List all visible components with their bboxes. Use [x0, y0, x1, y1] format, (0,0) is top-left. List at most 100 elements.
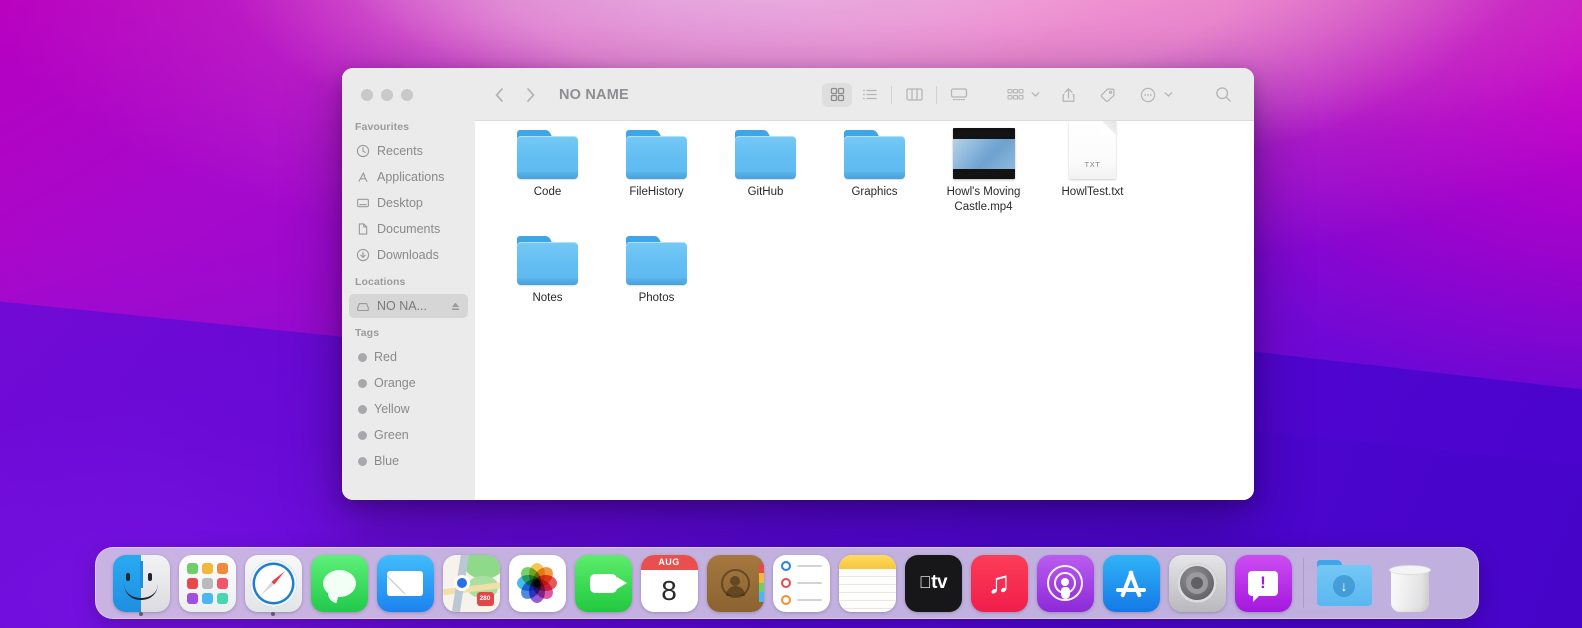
- dock-item-system-preferences[interactable]: [1164, 547, 1230, 619]
- desktop-icon: [355, 196, 370, 211]
- minimize-button[interactable]: [381, 89, 393, 101]
- file-kind-badge: TXT: [1069, 160, 1116, 169]
- dock-item-finder[interactable]: [108, 547, 174, 619]
- file-item[interactable]: Howl's Moving Castle.mp4: [929, 121, 1038, 215]
- view-icon-button[interactable]: [822, 83, 852, 107]
- finder-window[interactable]: Favourites Recents Applic: [342, 68, 1254, 500]
- dock-item-photos[interactable]: [504, 547, 570, 619]
- dock-item-messages[interactable]: [306, 547, 372, 619]
- file-item[interactable]: GitHub: [711, 121, 820, 215]
- facetime-icon: [575, 555, 632, 612]
- calendar-month: AUG: [641, 555, 698, 570]
- sidebar-item-label: Yellow: [374, 402, 462, 416]
- dock-item-launchpad[interactable]: [174, 547, 240, 619]
- podcasts-icon: [1037, 555, 1094, 612]
- dock-item-app-store[interactable]: [1098, 547, 1164, 619]
- eject-icon[interactable]: [449, 300, 462, 313]
- trash-icon: [1382, 555, 1439, 612]
- traffic-lights[interactable]: [342, 89, 475, 101]
- dock-item-contacts[interactable]: [702, 547, 768, 619]
- search-control[interactable]: [1210, 83, 1236, 107]
- file-item[interactable]: Photos: [602, 227, 711, 306]
- appstore-icon: [1103, 555, 1160, 612]
- search-icon[interactable]: [1210, 83, 1236, 107]
- sidebar-item-recents[interactable]: Recents: [349, 139, 468, 163]
- sidebar-item-label: Recents: [377, 144, 462, 158]
- notes-icon: [839, 555, 896, 612]
- dock-item-podcasts[interactable]: [1032, 547, 1098, 619]
- finder-sidebar[interactable]: Favourites Recents Applic: [342, 68, 475, 500]
- file-item[interactable]: Code: [493, 121, 602, 215]
- view-column-button[interactable]: [899, 83, 929, 107]
- tags-control[interactable]: [1095, 83, 1121, 107]
- maps-icon: 280: [443, 555, 500, 612]
- chevron-down-icon[interactable]: [1163, 91, 1174, 98]
- grid-spacer: [1147, 121, 1254, 215]
- sidebar-item-no-name[interactable]: NO NA...: [349, 294, 468, 318]
- window-title: NO NAME: [559, 87, 629, 103]
- sidebar-item-label: Green: [374, 428, 462, 442]
- maximize-button[interactable]: [401, 89, 413, 101]
- chevron-down-icon[interactable]: [1030, 91, 1041, 98]
- sidebar-item-tag-blue[interactable]: Blue: [349, 449, 468, 473]
- dock[interactable]: 280: [95, 547, 1479, 619]
- sidebar-item-documents[interactable]: Documents: [349, 217, 468, 241]
- download-arrow-glyph: ↓: [1333, 575, 1355, 597]
- dock-item-mail[interactable]: [372, 547, 438, 619]
- sidebar-item-tag-yellow[interactable]: Yellow: [349, 397, 468, 421]
- view-gallery-button[interactable]: [944, 83, 974, 107]
- sidebar-item-label: Desktop: [377, 196, 462, 210]
- folder-icon: [734, 121, 798, 179]
- sidebar-item-desktop[interactable]: Desktop: [349, 191, 468, 215]
- file-name: Howl's Moving Castle.mp4: [932, 185, 1036, 215]
- sidebar-section-locations-title: Locations: [342, 276, 475, 292]
- more-icon[interactable]: [1135, 83, 1161, 107]
- file-item[interactable]: Graphics: [820, 121, 929, 215]
- alert-bubble-icon: !: [1235, 555, 1292, 612]
- dock-item-calendar[interactable]: AUG 8: [636, 547, 702, 619]
- dock-item-tv[interactable]: tv: [900, 547, 966, 619]
- file-item[interactable]: TXT HowlTest.txt: [1038, 121, 1147, 215]
- dock-item-alert-app[interactable]: !: [1230, 547, 1296, 619]
- clock-icon: [355, 144, 370, 159]
- sidebar-item-applications[interactable]: Applications: [349, 165, 468, 189]
- file-name: GitHub: [748, 185, 784, 200]
- sidebar-item-downloads[interactable]: Downloads: [349, 243, 468, 267]
- applications-icon: [355, 170, 370, 185]
- dock-item-notes[interactable]: [834, 547, 900, 619]
- file-item[interactable]: Notes: [493, 227, 602, 306]
- tag-icon[interactable]: [1095, 83, 1121, 107]
- sidebar-item-tag-orange[interactable]: Orange: [349, 371, 468, 395]
- appletv-icon: tv: [905, 555, 962, 612]
- navigation-arrows[interactable]: [493, 86, 537, 104]
- share-control[interactable]: [1055, 83, 1081, 107]
- mail-icon: [377, 555, 434, 612]
- share-icon[interactable]: [1055, 83, 1081, 107]
- messages-icon: [311, 555, 368, 612]
- view-mode-group[interactable]: [822, 83, 974, 107]
- dock-item-trash[interactable]: [1377, 547, 1443, 619]
- group-items-icon[interactable]: [1002, 83, 1028, 107]
- running-indicator: [139, 612, 143, 616]
- forward-icon[interactable]: [524, 86, 537, 104]
- dock-item-music[interactable]: ♫: [966, 547, 1032, 619]
- safari-icon: [245, 555, 302, 612]
- group-items-control[interactable]: [1002, 83, 1041, 107]
- view-list-button[interactable]: [854, 83, 884, 107]
- finder-toolbar[interactable]: NO NAME: [342, 68, 1254, 121]
- dock-item-reminders[interactable]: [768, 547, 834, 619]
- dock-separator: [1303, 558, 1304, 608]
- sidebar-item-tag-red[interactable]: Red: [349, 345, 468, 369]
- dock-item-safari[interactable]: [240, 547, 306, 619]
- back-icon[interactable]: [493, 86, 506, 104]
- file-name: HowlTest.txt: [1062, 185, 1124, 200]
- dock-item-downloads[interactable]: ↓: [1311, 547, 1377, 619]
- more-actions-control[interactable]: [1135, 83, 1174, 107]
- dock-item-maps[interactable]: 280: [438, 547, 504, 619]
- close-button[interactable]: [361, 89, 373, 101]
- file-item[interactable]: FileHistory: [602, 121, 711, 215]
- finder-content-area[interactable]: Code FileHistory GitHub: [475, 68, 1254, 500]
- sidebar-item-tag-green[interactable]: Green: [349, 423, 468, 447]
- tag-dot-icon: [358, 379, 367, 388]
- dock-item-facetime[interactable]: [570, 547, 636, 619]
